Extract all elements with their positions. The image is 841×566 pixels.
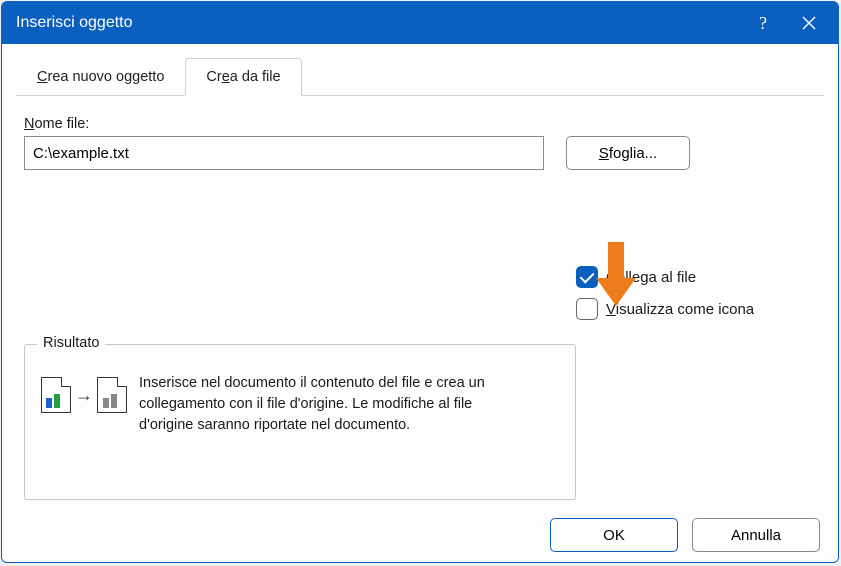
tab-strip: Crea nuovo oggetto Crea da file: [16, 58, 824, 96]
filename-label: Nome file:: [24, 116, 544, 132]
dialog-content: Crea nuovo oggetto Crea da file Nome fil…: [2, 44, 838, 562]
tab-panel: Nome file: Sfoglia... Collega al file: [16, 96, 824, 512]
result-box: Risultato → Inserisce nel documento il c…: [24, 344, 576, 500]
close-button[interactable]: [786, 2, 832, 44]
titlebar: Inserisci oggetto ?: [2, 2, 838, 44]
result-text: Inserisce nel documento il contenuto del…: [139, 373, 519, 436]
svg-text:?: ?: [759, 13, 767, 33]
browse-button[interactable]: Sfoglia...: [566, 136, 690, 170]
insert-object-dialog: Inserisci oggetto ? Crea nuovo oggetto C…: [1, 1, 839, 563]
tab-create-from-file[interactable]: Crea da file: [185, 58, 301, 96]
result-icon: →: [41, 377, 127, 413]
dialog-footer: OK Annulla: [16, 512, 824, 556]
filename-input[interactable]: [24, 136, 544, 170]
dialog-title: Inserisci oggetto: [16, 14, 740, 32]
arrow-right-icon: →: [75, 385, 93, 406]
help-button[interactable]: ?: [740, 2, 786, 44]
result-legend: Risultato: [37, 335, 105, 351]
annotation-arrow-icon: [594, 242, 638, 306]
cancel-button[interactable]: Annulla: [692, 518, 820, 552]
ok-button[interactable]: OK: [550, 518, 678, 552]
tab-create-new[interactable]: Crea nuovo oggetto: [16, 58, 185, 95]
